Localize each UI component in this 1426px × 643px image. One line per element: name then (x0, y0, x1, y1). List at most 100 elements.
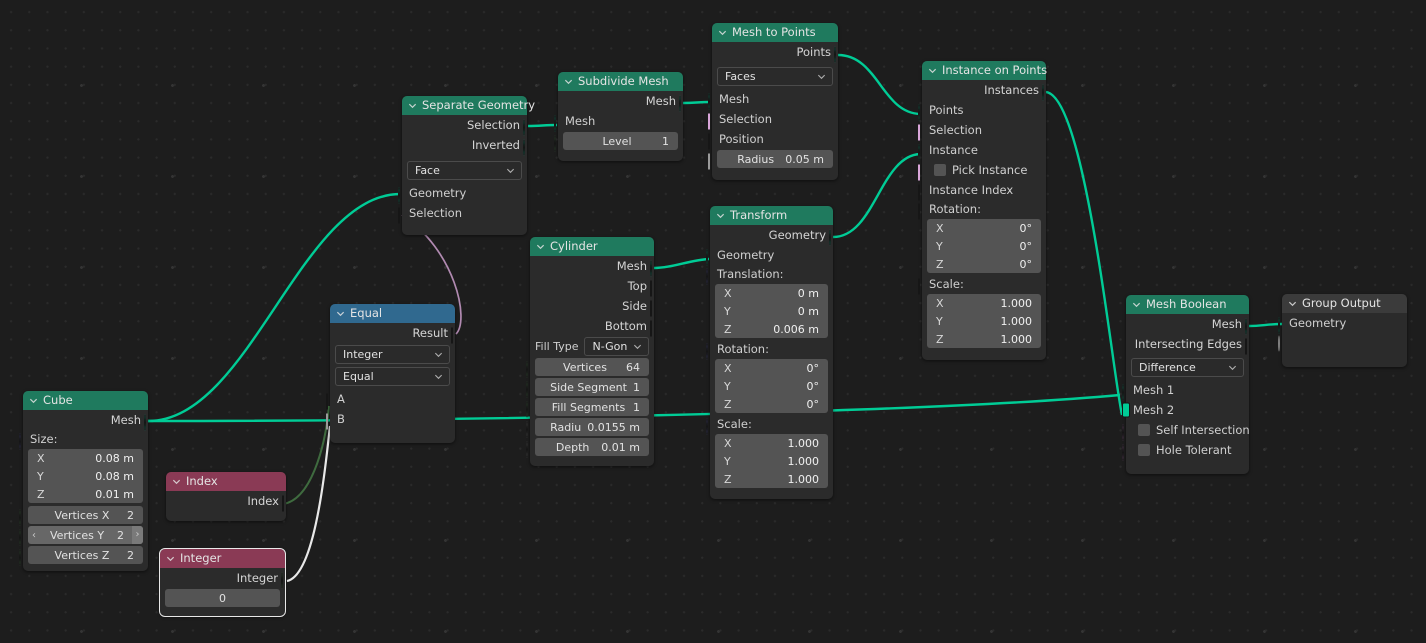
mesh-boolean-operation-dropdown[interactable]: Difference (1131, 358, 1244, 377)
transform-translation-fields[interactable]: X0 m Y0 m Z 0.006 m (710, 284, 833, 338)
socket-row-iop-points-in[interactable]: Points (917, 100, 1046, 121)
chevron-down-icon[interactable] (434, 350, 443, 359)
cylinder-fill-type-dropdown[interactable]: N-Gon (584, 337, 649, 356)
cylinder-side-segment-field[interactable]: Side Segment 1 (535, 378, 649, 396)
socket-geometry-output[interactable] (828, 229, 838, 246)
socket-row-subdiv-mesh-out[interactable]: Mesh (558, 91, 683, 112)
pick-instance-checkbox[interactable] (934, 164, 946, 176)
equal-operation-dropdown[interactable]: Equal (335, 367, 450, 386)
socket-row-equal-result[interactable]: Result (330, 323, 455, 344)
socket-index-output[interactable] (282, 495, 291, 512)
socket-points-input[interactable] (917, 104, 927, 121)
cube-vertices-z-field[interactable]: Vertices Z 2 (28, 546, 143, 564)
socket-mesh-output[interactable] (678, 95, 688, 112)
node-cylinder[interactable]: Cylinder Mesh Top Side Bottom Fill Type (525, 237, 654, 466)
transform-rotation-fields[interactable]: X 0° Y 0° Z 0° (710, 359, 833, 413)
socket-mesh-output[interactable] (1244, 318, 1254, 335)
iop-rotation-x[interactable]: X 0° (927, 219, 1041, 237)
node-header-mesh-to-points[interactable]: Mesh to Points (712, 23, 838, 42)
socket-row-equal-a[interactable]: A (326, 389, 455, 410)
socket-row-boolean-hole-tolerant[interactable]: Hole Tolerant (1121, 440, 1249, 461)
socket-bottom-output[interactable] (650, 320, 659, 337)
socket-a-input[interactable] (326, 393, 335, 410)
socket-row-cyl-top-out[interactable]: Top (530, 276, 654, 297)
chevron-down-icon[interactable] (718, 28, 727, 37)
socket-top-output[interactable] (650, 280, 659, 297)
iop-scale-fields[interactable]: X 1.000 Y 1.000 Z 1.000 (922, 294, 1046, 348)
cube-vertices-y-row[interactable]: ‹ Vertices Y 2 › (18, 525, 148, 546)
socket-row-cyl-side-out[interactable]: Side (530, 296, 654, 317)
node-header-cylinder[interactable]: Cylinder (530, 237, 654, 256)
socket-b-input[interactable] (326, 413, 335, 430)
chevron-down-icon[interactable] (408, 101, 417, 110)
chevron-down-icon[interactable] (716, 211, 725, 220)
cube-size-fields[interactable]: X 0.08 m Y 0.08 m Z 0.01 m (23, 449, 148, 503)
chevron-down-icon[interactable] (29, 396, 38, 405)
geometry-node-editor[interactable]: Cube Mesh Size: X 0.08 m Y 0.08 m Z 0.01 m … (0, 0, 1426, 643)
chevron-down-icon[interactable] (336, 309, 345, 318)
cylinder-vertices-row[interactable]: Vertices 64 (525, 357, 654, 378)
socket-integer-output[interactable] (280, 572, 290, 589)
socket-row-equal-b[interactable]: B (326, 409, 455, 430)
iop-rotation-fields[interactable]: X 0° Y 0° Z 0° (922, 219, 1046, 273)
separate-geometry-domain-dropdown[interactable]: Face (407, 161, 522, 180)
socket-row-iop-pick-instance[interactable]: Pick Instance (918, 160, 1046, 181)
socket-hole-tolerant-input[interactable] (1121, 444, 1131, 461)
transform-rotation-y[interactable]: Y 0° (715, 377, 828, 395)
socket-row-boolean-mesh1-in[interactable]: Mesh 1 (1121, 380, 1249, 401)
socket-row-iop-instances-out[interactable]: Instances (922, 80, 1046, 101)
socket-side-output[interactable] (650, 300, 659, 317)
socket-rotation-input[interactable] (705, 343, 715, 359)
socket-row-boolean-intersecting-edges-out[interactable]: Intersecting Edges (1126, 334, 1249, 355)
iop-scale-z[interactable]: Z 1.000 (927, 330, 1041, 348)
socket-row-cube-mesh-out[interactable]: Mesh (23, 410, 148, 431)
socket-mesh-output[interactable] (649, 260, 659, 277)
node-header-instance-on-points[interactable]: Instance on Points (922, 61, 1047, 80)
stepper-right-arrow-icon[interactable]: › (132, 526, 143, 544)
socket-selection-output[interactable] (522, 119, 532, 136)
chevron-down-icon[interactable] (633, 342, 642, 351)
socket-mesh-input[interactable] (707, 93, 717, 110)
stepper-left-arrow-icon[interactable]: ‹ (32, 530, 36, 541)
chevron-down-icon[interactable] (536, 242, 545, 251)
node-mesh-to-points[interactable]: Mesh to Points Points Faces Mesh Selecti… (707, 23, 838, 180)
iop-scale-x[interactable]: X 1.000 (927, 294, 1041, 312)
node-header-index[interactable]: Index (166, 472, 286, 491)
socket-translation-input[interactable] (705, 268, 715, 284)
cylinder-vertices-field[interactable]: Vertices 64 (535, 358, 649, 376)
cube-vertices-x-field[interactable]: Vertices X 2 (28, 506, 143, 524)
node-group-output[interactable]: Group Output Geometry (1277, 294, 1407, 367)
chevron-down-icon[interactable] (506, 166, 515, 175)
node-transform[interactable]: Transform Geometry Geometry Translation:… (705, 206, 833, 499)
cylinder-radius-field[interactable]: Radiu 0.0155 m (535, 418, 649, 436)
node-header-cube[interactable]: Cube (23, 391, 148, 410)
transform-scale-x[interactable]: X 1.000 (715, 434, 828, 452)
socket-scale-input[interactable] (705, 418, 715, 434)
chevron-down-icon[interactable] (928, 66, 937, 75)
socket-row-iop-selection-in[interactable]: Selection (918, 120, 1046, 141)
socket-row-mtp-mesh-in[interactable]: Mesh (707, 89, 838, 110)
socket-geometry-input[interactable] (1277, 317, 1287, 334)
socket-row-iop-instance-in[interactable]: Instance (917, 140, 1046, 161)
equal-datatype-dropdown[interactable]: Integer (335, 345, 450, 364)
node-header-subdivide-mesh[interactable]: Subdivide Mesh (558, 72, 683, 91)
socket-inverted-output[interactable] (522, 139, 532, 156)
subdivide-level-field[interactable]: Level 1 (563, 132, 678, 150)
chevron-down-icon[interactable] (1288, 299, 1297, 308)
socket-mesh-output[interactable] (143, 414, 153, 431)
node-header-integer[interactable]: Integer (160, 549, 285, 568)
socket-row-cyl-bottom-out[interactable]: Bottom (530, 316, 654, 337)
socket-vertices-z[interactable] (18, 549, 28, 566)
socket-row-groupout-geometry-in[interactable]: Geometry (1277, 313, 1407, 334)
cube-size-x[interactable]: X 0.08 m (28, 449, 143, 467)
chevron-down-icon[interactable] (1228, 363, 1237, 372)
node-header-separate-geometry[interactable]: Separate Geometry (402, 96, 535, 115)
node-equal[interactable]: Equal Result Integer Equal A B (326, 304, 455, 443)
socket-intersecting-edges-output[interactable] (1245, 338, 1254, 355)
socket-row-sepgeo-geometry-in[interactable]: Geometry (397, 183, 527, 204)
socket-row-sepgeo-inverted-out[interactable]: Inverted (402, 135, 527, 156)
socket-fill-segments-input[interactable] (525, 401, 535, 418)
mtp-radius-field[interactable]: Radius 0.05 m (717, 150, 833, 168)
iop-rotation-z[interactable]: Z 0° (927, 255, 1041, 273)
cylinder-fill-type-row[interactable]: Fill Type N-Gon (530, 336, 654, 357)
